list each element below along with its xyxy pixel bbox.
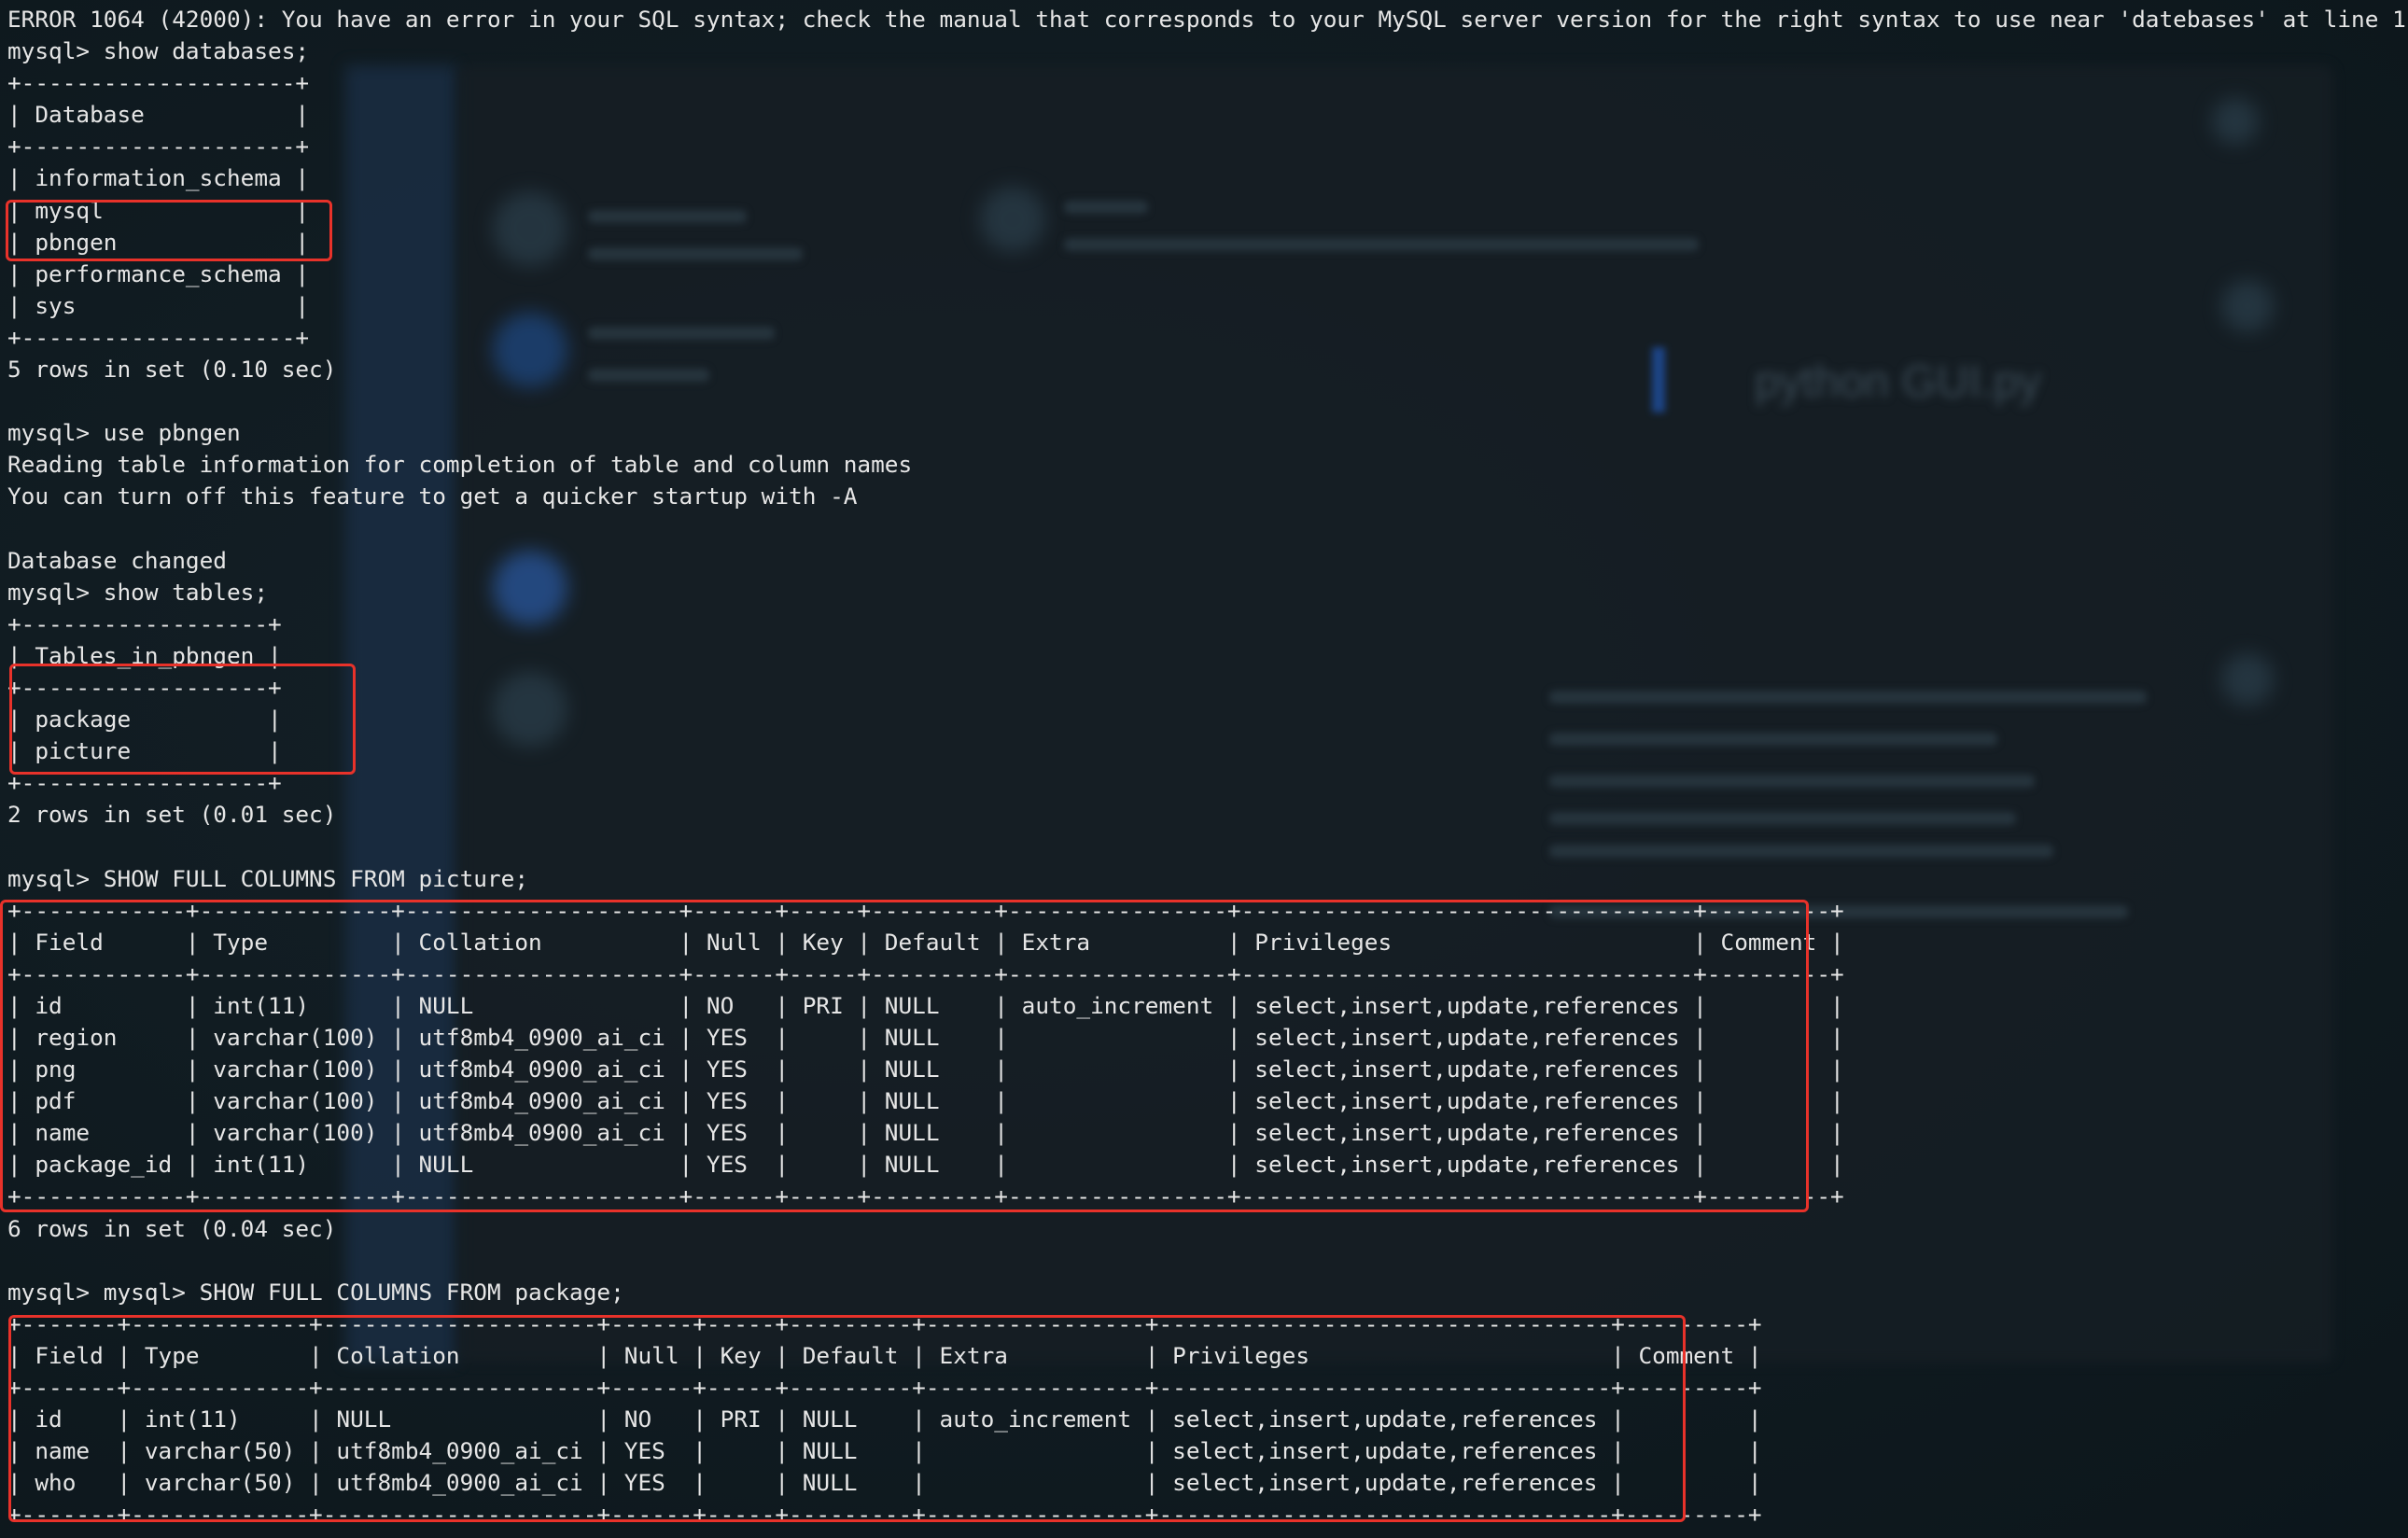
- terminal-line: +--------------------+: [7, 69, 310, 97]
- terminal-line: | mysql |: [7, 196, 310, 224]
- terminal-line: | id | int(11) | NULL | NO | PRI | NULL …: [7, 991, 1844, 1019]
- terminal-line: mysql> mysql> SHOW FULL COLUMNS FROM pac…: [7, 1278, 624, 1306]
- terminal-line: | who | varchar(50) | utf8mb4_0900_ai_ci…: [7, 1469, 1762, 1497]
- terminal-line: You can turn off this feature to get a q…: [7, 482, 858, 510]
- terminal-line: | pbngen |: [7, 228, 310, 256]
- terminal-line: +------------+--------------+-----------…: [7, 1182, 1844, 1210]
- terminal-line: | sys |: [7, 291, 310, 319]
- terminal-line: | package_id | int(11) | NULL | YES | | …: [7, 1151, 1844, 1179]
- terminal-line: | png | varchar(100) | utf8mb4_0900_ai_c…: [7, 1056, 1844, 1084]
- terminal-line: 5 rows in set (0.10 sec): [7, 356, 337, 384]
- terminal-line: | name | varchar(50) | utf8mb4_0900_ai_c…: [7, 1437, 1762, 1465]
- terminal-line: | Tables_in_pbngen |: [7, 641, 282, 669]
- terminal-line: | Field | Type | Collation | Null | Key …: [7, 1341, 1762, 1369]
- terminal-line: +------------+--------------+-----------…: [7, 896, 1844, 924]
- terminal-line: | region | varchar(100) | utf8mb4_0900_a…: [7, 1024, 1844, 1051]
- terminal-line: mysql> show databases;: [7, 37, 310, 65]
- terminal-line: +------------------+: [7, 609, 282, 637]
- terminal-line: | pdf | varchar(100) | utf8mb4_0900_ai_c…: [7, 1087, 1844, 1115]
- terminal-line: ERROR 1064 (42000): You have an error in…: [7, 6, 2406, 33]
- terminal-line: | Field | Type | Collation | Null | Key …: [7, 928, 1844, 956]
- terminal-line: +--------------------+: [7, 133, 310, 161]
- terminal-line: +--------------------+: [7, 323, 310, 351]
- terminal-line: mysql> SHOW FULL COLUMNS FROM picture;: [7, 864, 529, 892]
- terminal-line: +------------------+: [7, 769, 282, 797]
- terminal-line: +-------+-------------+-----------------…: [7, 1309, 1762, 1337]
- desktop-screen: python GUI.py ERROR 1064 (42000): You ha…: [0, 0, 2408, 1538]
- terminal-line: mysql> use pbngen: [7, 419, 241, 447]
- terminal-line: | name | varchar(100) | utf8mb4_0900_ai_…: [7, 1119, 1844, 1147]
- terminal-line: | performance_schema |: [7, 259, 310, 287]
- terminal-line: 6 rows in set (0.04 sec): [7, 1214, 337, 1242]
- terminal-line: +-------+-------------+-----------------…: [7, 1501, 1762, 1529]
- terminal-line: | Database |: [7, 101, 310, 129]
- terminal-line: +------------+--------------+-----------…: [7, 959, 1844, 987]
- terminal-output[interactable]: ERROR 1064 (42000): You have an error in…: [7, 4, 2406, 1531]
- terminal-line: | picture |: [7, 737, 282, 765]
- terminal-line: +-------+-------------+-----------------…: [7, 1374, 1762, 1402]
- terminal-line: 2 rows in set (0.01 sec): [7, 801, 337, 829]
- terminal-line: | package |: [7, 706, 282, 734]
- terminal-line: +------------------+: [7, 673, 282, 701]
- terminal-line: Database changed: [7, 546, 227, 574]
- terminal-line: Reading table information for completion…: [7, 451, 913, 479]
- terminal-line: | id | int(11) | NULL | NO | PRI | NULL …: [7, 1405, 1762, 1433]
- terminal-line: mysql> show tables;: [7, 578, 269, 606]
- terminal-line: | information_schema |: [7, 164, 310, 192]
